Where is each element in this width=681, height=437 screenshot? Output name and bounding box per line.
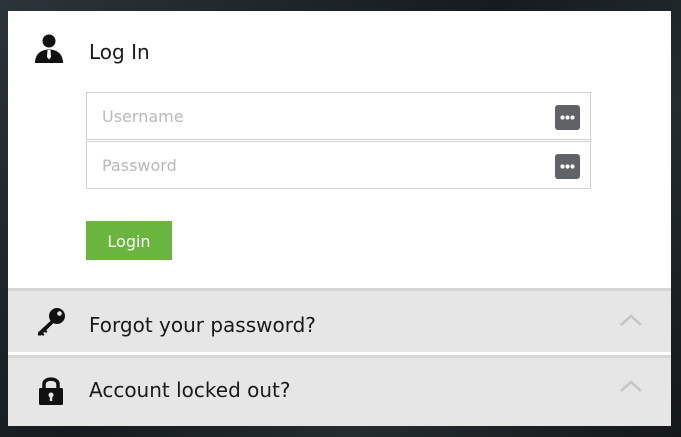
username-input[interactable] bbox=[87, 93, 547, 139]
lock-icon bbox=[36, 374, 70, 408]
login-title: Log In bbox=[89, 40, 150, 64]
key-icon bbox=[34, 305, 68, 339]
forgot-password-label: Forgot your password? bbox=[89, 313, 316, 337]
password-manager-icon[interactable] bbox=[555, 105, 580, 130]
password-input[interactable] bbox=[87, 142, 547, 188]
accordion-account-locked[interactable]: Account locked out? bbox=[8, 355, 671, 426]
username-field[interactable] bbox=[86, 92, 591, 140]
password-field[interactable] bbox=[86, 141, 591, 189]
user-icon bbox=[32, 32, 66, 66]
chevron-up-icon[interactable] bbox=[619, 313, 643, 327]
account-locked-label: Account locked out? bbox=[89, 378, 291, 402]
login-section: Log In Login bbox=[8, 11, 671, 288]
login-button[interactable]: Login bbox=[86, 221, 172, 260]
accordion-forgot-password[interactable]: Forgot your password? bbox=[8, 288, 671, 352]
login-panel: Log In Login bbox=[8, 11, 671, 426]
password-manager-icon[interactable] bbox=[555, 154, 580, 179]
chevron-up-icon[interactable] bbox=[619, 379, 643, 393]
